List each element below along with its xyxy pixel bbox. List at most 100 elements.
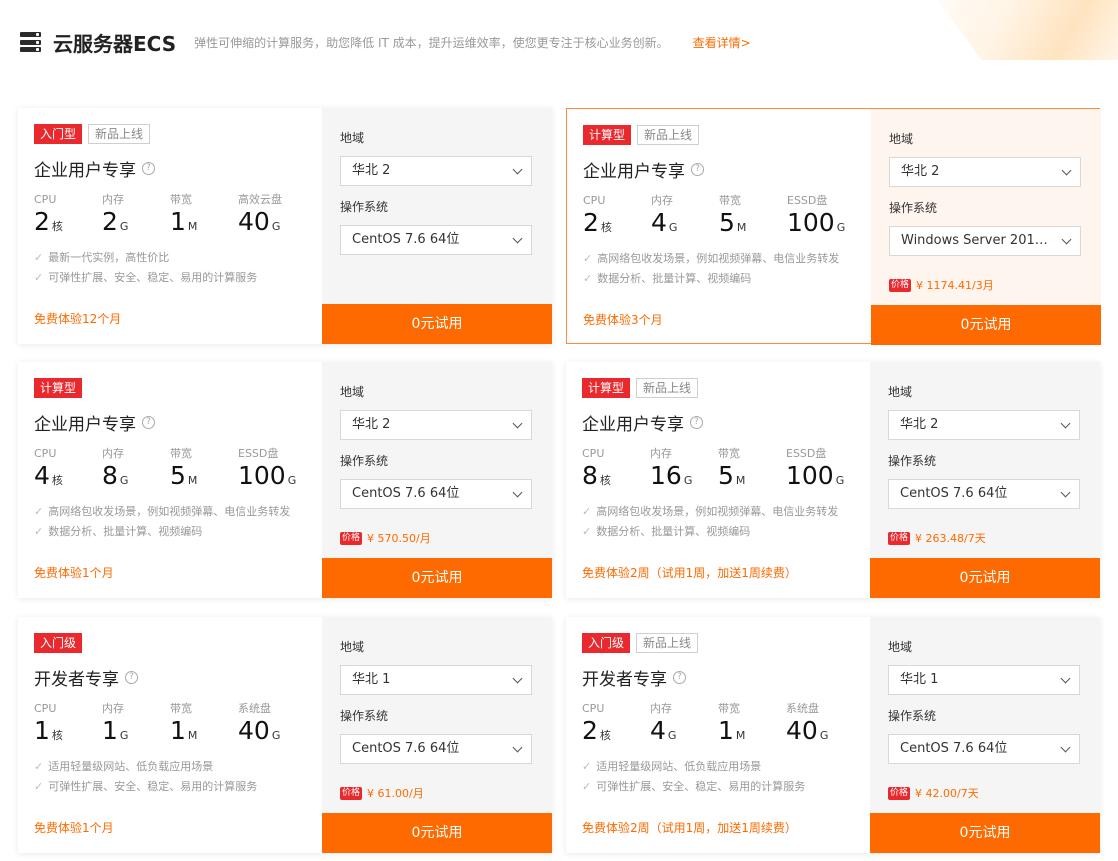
spec-value: 40: [238, 207, 270, 236]
help-icon[interactable]: ?: [691, 162, 704, 176]
chevron-down-icon: [1060, 418, 1071, 429]
feature-text: 可弹性扩展、安全、稳定、易用的计算服务: [48, 780, 258, 793]
spec-value-row: 1核: [34, 717, 102, 745]
page-description: 弹性可伸缩的计算服务，助您降低 IT 成本，提升运维效率，使您更专注于核心业务创…: [194, 35, 669, 50]
region-select[interactable]: 华北 2: [889, 157, 1081, 187]
os-value: CentOS 7.6 64位: [352, 232, 460, 247]
region-value: 华北 1: [900, 672, 939, 687]
price-row: 价格 ¥ 263.48/7天: [888, 530, 986, 546]
spec-unit: G: [668, 221, 678, 234]
spec-list: CPU 2 核内存 4 G 带宽 5 M ESSD盘 100 G: [583, 194, 871, 237]
region-value: 华北 2: [352, 163, 391, 178]
region-select[interactable]: 华北 2: [888, 410, 1080, 440]
help-icon[interactable]: ?: [125, 670, 138, 684]
free-trial-button[interactable]: 0元试用: [322, 304, 552, 344]
spec-unit: 核: [599, 729, 611, 742]
spec-unit: G: [667, 729, 677, 742]
product-card: 入门级 开发者专享 ? CPU 1 核内存 1 G 带宽 1 M 系统盘 40 G ✓ 适用轻量级网站…: [18, 617, 552, 853]
spec-value: 16: [650, 461, 682, 490]
free-trial-button[interactable]: 0元试用: [871, 305, 1101, 345]
free-trial-button[interactable]: 0元试用: [870, 558, 1100, 598]
feature-list: ✓ 高网络包收发场景，例如视频弹幕、电信业务转发 ✓ 数据分析、批量计算、视频编码: [34, 502, 322, 542]
spec-value-row: 1M: [170, 717, 238, 745]
spec-value: 2: [583, 208, 599, 237]
os-label: 操作系统: [888, 454, 937, 468]
price-value: ¥ 42.00/7天: [915, 787, 979, 800]
region-value: 华北 2: [352, 417, 391, 432]
spec-item: ESSD盘 100 G: [238, 447, 306, 490]
spec-label: CPU: [583, 194, 606, 207]
instance-type-badge: 计算型: [34, 378, 83, 398]
card-title-row: 开发者专享 ?: [582, 665, 870, 690]
feature-text: 数据分析、批量计算、视频编码: [597, 272, 752, 285]
page-header: 云服务器ECS 弹性可伸缩的计算服务，助您降低 IT 成本，提升运维效率，使您更…: [20, 27, 751, 57]
price-row: 价格 ¥ 61.00/月: [340, 785, 424, 801]
spec-label: ESSD盘: [787, 194, 828, 207]
region-select[interactable]: 华北 2: [340, 156, 532, 186]
spec-label: 带宽: [170, 193, 192, 206]
help-icon[interactable]: ?: [690, 415, 703, 429]
region-select[interactable]: 华北 1: [340, 665, 532, 695]
check-icon: ✓: [34, 760, 44, 773]
price-tag-icon: 价格: [340, 531, 363, 545]
os-value: CentOS 7.6 64位: [900, 486, 1008, 501]
spec-value-row: 5M: [718, 462, 786, 490]
region-select[interactable]: 华北 1: [888, 665, 1080, 695]
os-label: 操作系统: [340, 709, 389, 723]
help-icon[interactable]: ?: [142, 415, 155, 429]
check-icon: ✓: [583, 252, 593, 265]
feature-item: ✓ 可弹性扩展、安全、稳定、易用的计算服务: [582, 777, 870, 797]
spec-unit: M: [187, 220, 198, 233]
free-trial-button[interactable]: 0元试用: [870, 813, 1100, 853]
feature-item: ✓ 数据分析、批量计算、视频编码: [34, 522, 322, 542]
page-title: 云服务器ECS: [53, 31, 177, 56]
os-select[interactable]: CentOS 7.6 64位: [888, 734, 1080, 764]
price-tag-icon: 价格: [888, 786, 911, 800]
region-label: 地域: [340, 640, 365, 654]
card-config-panel: 地域 华北 2 操作系统 CentOS 7.6 64位 价格 ¥ 263.48/…: [870, 362, 1100, 598]
region-value: 华北 2: [900, 417, 939, 432]
spec-item: 带宽 5 M: [719, 194, 787, 237]
spec-value: 2: [582, 716, 598, 745]
spec-label: 内存: [102, 447, 124, 460]
new-product-badge: 新品上线: [88, 124, 151, 144]
spec-value-row: 2G: [102, 208, 170, 236]
check-icon: ✓: [34, 251, 44, 264]
os-select[interactable]: CentOS 7.6 64位: [340, 479, 532, 509]
help-icon[interactable]: ?: [142, 161, 155, 175]
os-select[interactable]: CentOS 7.6 64位: [340, 734, 532, 764]
spec-label: 内存: [102, 702, 124, 715]
free-trial-button[interactable]: 0元试用: [322, 813, 552, 853]
spec-label: CPU: [582, 447, 605, 460]
spec-item: 系统盘 40 G: [786, 702, 854, 745]
region-value: 华北 1: [352, 672, 391, 687]
price-row: 价格 ¥ 570.50/月: [340, 530, 431, 546]
feature-list: ✓ 适用轻量级网站、低负载应用场景 ✓ 可弹性扩展、安全、稳定、易用的计算服务: [34, 757, 322, 797]
os-label: 操作系统: [889, 201, 938, 215]
spec-label: CPU: [582, 702, 605, 715]
feature-item: ✓ 高网络包收发场景，例如视频弹幕、电信业务转发: [34, 502, 322, 522]
card-config-panel: 地域 华北 2 操作系统 Windows Server 2019 数据中心版 价…: [871, 109, 1101, 345]
new-product-badge: 新品上线: [636, 633, 699, 653]
region-label: 地域: [888, 640, 913, 654]
spec-unit: G: [683, 474, 693, 487]
help-icon[interactable]: ?: [673, 670, 686, 684]
check-icon: ✓: [34, 525, 44, 538]
feature-text: 高网络包收发场景，例如视频弹幕、电信业务转发: [48, 505, 291, 518]
feature-list: ✓ 适用轻量级网站、低负载应用场景 ✓ 可弹性扩展、安全、稳定、易用的计算服务: [582, 757, 870, 797]
check-icon: ✓: [582, 780, 592, 793]
card-info: 计算型 企业用户专享 ? CPU 4 核内存 8 G 带宽 5 M ESSD盘 100 G ✓ 高网络…: [18, 362, 322, 598]
spec-value: 8: [102, 461, 118, 490]
check-icon: ✓: [582, 525, 592, 538]
os-select[interactable]: CentOS 7.6 64位: [888, 479, 1080, 509]
spec-unit: G: [819, 729, 829, 742]
os-select[interactable]: Windows Server 2019 数据中心版: [889, 226, 1081, 256]
free-trial-button[interactable]: 0元试用: [322, 558, 552, 598]
spec-label: 内存: [650, 702, 672, 715]
view-details-link[interactable]: 查看详情>: [693, 34, 751, 51]
os-select[interactable]: CentOS 7.6 64位: [340, 225, 532, 255]
region-select[interactable]: 华北 2: [340, 410, 532, 440]
chevron-down-icon: [1061, 165, 1072, 176]
spec-value: 2: [34, 207, 50, 236]
spec-value: 5: [718, 461, 734, 490]
